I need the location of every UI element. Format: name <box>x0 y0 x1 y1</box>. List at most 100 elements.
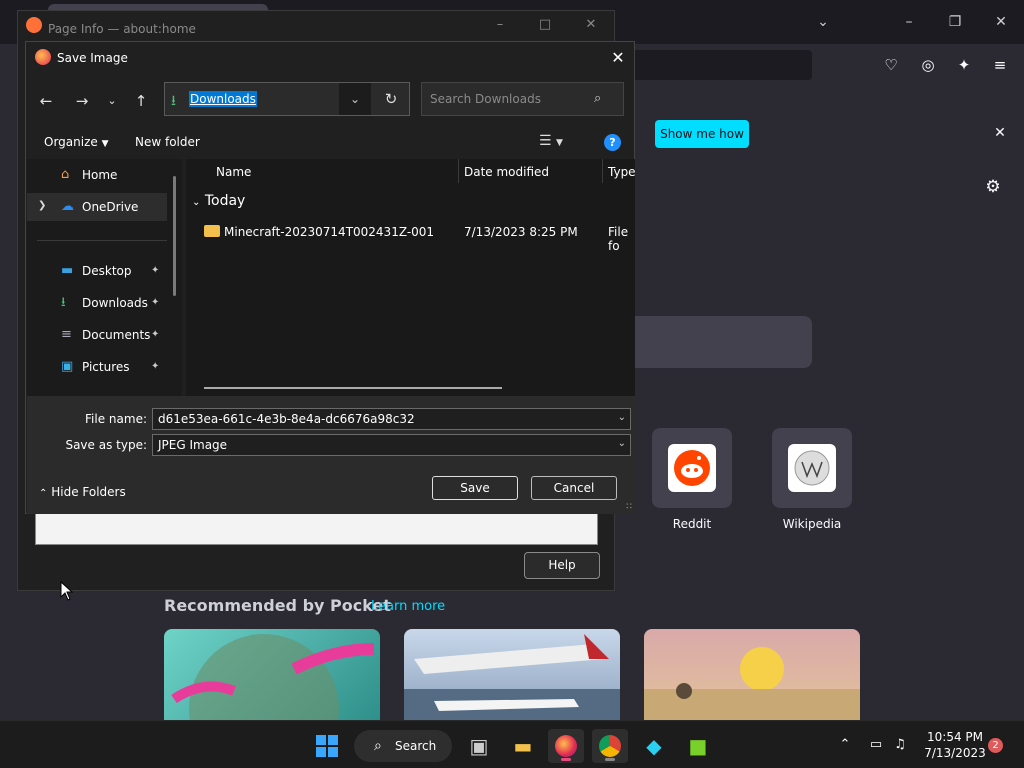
close-icon[interactable]: ✕ <box>606 46 630 70</box>
hide-folders-label: Hide Folders <box>51 485 126 499</box>
forward-arrow-icon[interactable]: → <box>71 90 93 112</box>
address-bar[interactable]: ⭳ Downloads ⌄ ↻ <box>164 82 410 116</box>
taskbar: ⌕ Search ▣ ▬ ◆ ■ ⌃ ▭ ♫ 10:54 PM 7/13/202… <box>0 720 1024 768</box>
minimize-icon[interactable]: – <box>886 10 932 34</box>
show-me-how-button[interactable]: Show me how <box>655 120 749 148</box>
topsite-wikipedia[interactable] <box>772 428 852 508</box>
table-row[interactable]: Minecraft-20230714T002431Z-001 7/13/2023… <box>186 221 635 253</box>
refresh-icon[interactable]: ↻ <box>373 83 409 115</box>
volume-icon[interactable]: ♫ <box>891 736 909 754</box>
download-icon: ⭳ <box>171 93 176 109</box>
cancel-button[interactable]: Cancel <box>531 476 617 500</box>
chrome-taskbar-button[interactable] <box>592 729 628 763</box>
pocket-card[interactable] <box>644 629 860 721</box>
sidebar-item-pictures[interactable]: ▣ Pictures ✦ <box>27 353 167 381</box>
dialog-title: Save Image <box>57 51 128 65</box>
notification-close-icon[interactable]: ✕ <box>990 123 1010 143</box>
view-options-button[interactable]: ☰ ▼ <box>539 133 579 153</box>
column-header-name[interactable]: Name <box>216 165 251 179</box>
maximize-icon[interactable]: □ <box>530 17 560 32</box>
sidebar-item-label: Pictures <box>82 360 130 374</box>
sidebar-item-onedrive[interactable]: ❯ ☁ OneDrive <box>27 193 167 221</box>
network-icon[interactable]: ▭ <box>867 736 885 754</box>
save-button[interactable]: Save <box>432 476 518 500</box>
taskbar-search-button[interactable]: ⌕ Search <box>354 730 452 762</box>
firefox-taskbar-button[interactable] <box>548 729 584 763</box>
desktop-icon: ▬ <box>61 263 74 278</box>
app-taskbar-button[interactable]: ◆ <box>636 729 672 763</box>
chevron-down-icon[interactable]: ⌄ <box>618 412 626 423</box>
pin-icon: ✦ <box>151 361 160 372</box>
search-box[interactable]: ⌕ <box>421 82 624 116</box>
chevron-down-icon[interactable]: ⌄ <box>618 438 626 449</box>
extensions-icon[interactable]: ✦ <box>953 54 975 76</box>
nav-divider <box>37 240 167 241</box>
app-icon: ◆ <box>646 734 662 758</box>
save-type-label: Save as type: <box>65 438 147 452</box>
file-name-field[interactable]: d61e53ea-661c-4e3b-8e4a-dc6676a98c32 ⌄ <box>152 408 631 430</box>
new-folder-button[interactable]: New folder <box>135 135 200 149</box>
active-indicator <box>605 758 615 761</box>
pocket-card[interactable] <box>164 629 380 721</box>
file-explorer-button[interactable]: ▬ <box>505 729 541 763</box>
start-button[interactable] <box>309 729 345 763</box>
help-button[interactable]: Help <box>524 552 600 579</box>
windows-icon <box>316 735 338 757</box>
taskbar-search-label: Search <box>395 739 437 753</box>
file-name-value: d61e53ea-661c-4e3b-8e4a-dc6676a98c32 <box>158 412 415 426</box>
save-type-value: JPEG Image <box>158 438 228 452</box>
chevron-down-icon: ⌄ <box>192 197 201 208</box>
pocket-icon[interactable]: ♡ <box>880 54 902 76</box>
firefox-url-bar[interactable] <box>620 50 812 80</box>
newtab-search-box[interactable] <box>620 316 812 368</box>
navigation-pane: ⌂ Home ❯ ☁ OneDrive ▬ Desktop ✦ ⭳ Downlo… <box>27 159 182 396</box>
list-tabs-icon[interactable]: ⌄ <box>800 10 846 34</box>
app-taskbar-button[interactable]: ■ <box>680 729 716 763</box>
back-arrow-icon[interactable]: ← <box>35 90 57 112</box>
topsite-reddit[interactable] <box>652 428 732 508</box>
chevron-up-icon[interactable]: ⌃ <box>836 736 854 754</box>
nav-scrollbar[interactable] <box>173 176 176 296</box>
group-header-today[interactable]: ⌄ Today <box>192 193 245 209</box>
column-header-date-modified[interactable]: Date modified <box>464 165 549 179</box>
topsite-label: Wikipedia <box>782 517 842 531</box>
help-icon[interactable]: ? <box>604 134 621 151</box>
up-arrow-icon[interactable]: ↑ <box>130 90 152 112</box>
sidebar-item-documents[interactable]: ≡ Documents ✦ <box>27 321 167 349</box>
resize-grip-icon[interactable]: ∷ <box>626 502 632 512</box>
column-divider[interactable] <box>602 159 603 183</box>
organize-button[interactable]: Organize ▼ <box>44 135 109 149</box>
expand-chevron-icon[interactable]: ❯ <box>38 200 46 211</box>
sidebar-item-downloads[interactable]: ⭳ Downloads ✦ <box>27 289 167 317</box>
sidebar-item-home[interactable]: ⌂ Home <box>27 161 167 189</box>
minimize-icon[interactable]: – <box>485 17 515 32</box>
save-type-select[interactable]: JPEG Image ⌄ <box>152 434 631 456</box>
dialog-bottom-area: File name: d61e53ea-661c-4e3b-8e4a-dc667… <box>27 396 635 514</box>
folder-icon <box>204 225 220 237</box>
notification-badge[interactable]: 2 <box>988 738 1003 753</box>
address-text[interactable]: Downloads <box>189 91 257 107</box>
menu-icon[interactable]: ≡ <box>989 54 1011 76</box>
column-header-type[interactable]: Type <box>608 165 635 179</box>
chrome-icon <box>599 735 621 757</box>
list-view-icon: ☰ <box>539 133 552 149</box>
chevron-up-icon: ⌃ <box>39 488 48 499</box>
task-view-button[interactable]: ▣ <box>461 729 497 763</box>
recent-locations-icon[interactable]: ⌄ <box>101 90 123 112</box>
pocket-learn-more-link[interactable]: Learn more <box>371 599 445 614</box>
chevron-down-icon: ▼ <box>101 139 109 149</box>
sidebar-item-desktop[interactable]: ▬ Desktop ✦ <box>27 257 167 285</box>
sidebar-item-label: Desktop <box>82 264 132 278</box>
clock[interactable]: 10:54 PM 7/13/2023 <box>915 729 995 761</box>
maximize-icon[interactable]: ❐ <box>932 10 978 34</box>
address-dropdown-icon[interactable]: ⌄ <box>339 83 371 115</box>
pocket-card[interactable] <box>404 629 620 721</box>
gear-icon[interactable]: ⚙ <box>982 176 1004 198</box>
horizontal-scrollbar[interactable] <box>204 387 502 389</box>
hide-folders-button[interactable]: ⌃ Hide Folders <box>39 485 126 499</box>
column-divider[interactable] <box>458 159 459 183</box>
account-icon[interactable]: ◎ <box>917 54 939 76</box>
close-icon[interactable]: ✕ <box>576 17 606 32</box>
search-input[interactable] <box>430 90 590 108</box>
close-window-icon[interactable]: ✕ <box>978 10 1024 34</box>
